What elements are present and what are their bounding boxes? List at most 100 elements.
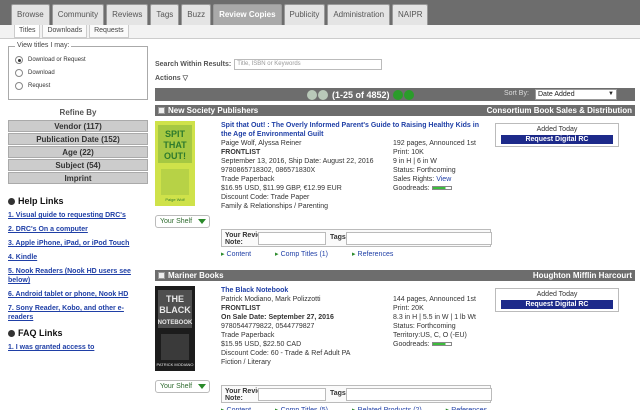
chevron-down-icon: ▼ bbox=[608, 91, 614, 97]
tab-buzz[interactable]: Buzz bbox=[181, 4, 212, 25]
faq-link[interactable]: 1. I was granted access to bbox=[8, 343, 148, 352]
radio-button[interactable] bbox=[15, 68, 23, 77]
book-tab-link[interactable]: ▸ Comp Titles (1) bbox=[275, 250, 340, 258]
help-links-label: Help Links bbox=[18, 196, 64, 206]
sort-select[interactable]: Date Added ▼ bbox=[535, 89, 617, 100]
spec-rights: Territory:US, C, O (-EU) bbox=[393, 331, 493, 340]
select-checkbox[interactable] bbox=[158, 107, 165, 114]
tags-input[interactable] bbox=[346, 232, 492, 245]
spec-status: Status: Forthcoming bbox=[393, 323, 456, 330]
your-shelf-label: Your Shelf bbox=[160, 383, 193, 390]
help-link[interactable]: 6. Android tablet or phone, Nook HD bbox=[8, 290, 148, 299]
first-page-icon[interactable] bbox=[307, 89, 317, 100]
view-option[interactable]: Request bbox=[15, 79, 141, 92]
tab-community[interactable]: Community bbox=[51, 4, 105, 25]
sub-nav: Titles Downloads Requests bbox=[0, 25, 640, 39]
view-option-label: Download or Request bbox=[28, 56, 86, 63]
detail-format: Trade Paperback bbox=[221, 176, 275, 183]
help-link[interactable]: 1. Visual guide to requesting DRC's bbox=[8, 211, 148, 220]
review-input[interactable] bbox=[258, 232, 326, 245]
your-shelf-dropdown[interactable]: Your Shelf bbox=[155, 380, 210, 393]
cover-author: PATRICK MODIANO bbox=[157, 362, 194, 367]
distributor-name[interactable]: Houghton Mifflin Harcourt bbox=[533, 271, 632, 280]
help-link[interactable]: 5. Nook Readers (Nook HD users see below… bbox=[8, 267, 148, 285]
search-label: Search Within Results: bbox=[155, 61, 232, 68]
subtab-titles[interactable]: Titles bbox=[14, 25, 41, 38]
next-page-icon[interactable] bbox=[392, 89, 403, 100]
book-tab-link[interactable]: ▸Content bbox=[221, 250, 263, 258]
book-title-link[interactable]: The Black Notebook bbox=[221, 286, 481, 295]
view-option[interactable]: Download bbox=[15, 66, 141, 79]
tab-tags[interactable]: Tags bbox=[150, 4, 180, 25]
tab-naipr[interactable]: NAIPR bbox=[392, 4, 429, 25]
detail-discount: Discount Code: 60 - Trade & Ref Adult PA bbox=[221, 350, 351, 357]
help-link[interactable]: 4. Kindle bbox=[8, 253, 148, 262]
book-cover[interactable]: THE BLACK NOTEBOOK PATRICK MODIANO bbox=[155, 286, 195, 371]
book-tab-link[interactable]: ▸Comp Titles (5) bbox=[275, 406, 340, 410]
subtab-downloads[interactable]: Downloads bbox=[42, 25, 88, 38]
spec-status: Status: Forthcoming bbox=[393, 167, 456, 174]
publisher-name[interactable]: Mariner Books bbox=[168, 271, 224, 280]
your-shelf-label: Your Shelf bbox=[160, 218, 193, 225]
cover-line2: THAT bbox=[163, 140, 187, 150]
rights-view-link[interactable]: View bbox=[436, 176, 451, 183]
actions-menu[interactable]: Actions ▽ bbox=[155, 74, 635, 85]
detail-price: $15.95 USD, $22.50 CAD bbox=[221, 341, 302, 348]
review-input[interactable] bbox=[258, 388, 326, 401]
request-digital-rc-button[interactable]: Request Digital RC bbox=[501, 300, 613, 309]
help-link[interactable]: 2. DRC's On a computer bbox=[8, 225, 148, 234]
refine-item[interactable]: Vendor (117) bbox=[8, 120, 148, 132]
publisher-left: New Society Publishers bbox=[158, 106, 258, 115]
your-shelf-dropdown[interactable]: Your Shelf bbox=[155, 215, 210, 228]
sort-label: Sort By: bbox=[504, 90, 529, 97]
distributor-name[interactable]: Consortium Book Sales & Distribution bbox=[487, 106, 632, 115]
tab-publicity[interactable]: Publicity bbox=[283, 4, 326, 25]
detail-price: $16.95 USD, $11.99 GBP, €12.99 EUR bbox=[221, 185, 342, 192]
chevron-down-icon bbox=[198, 384, 206, 389]
radio-button[interactable] bbox=[15, 81, 23, 90]
actions-label: Actions bbox=[155, 75, 181, 82]
tab-administration[interactable]: Administration bbox=[327, 4, 391, 25]
top-nav: Browse Community Reviews Tags Buzz Review Cop… bbox=[0, 0, 640, 25]
result-count: (1-25 of 4852) bbox=[332, 89, 390, 100]
publisher-name[interactable]: New Society Publishers bbox=[168, 106, 258, 115]
book-specs: 192 pages, Announced 1st Print: 10K 9 in … bbox=[393, 139, 493, 193]
spec-rights: Sales Rights: View bbox=[393, 175, 493, 184]
book-title-link[interactable]: Spit that Out! : The Overly Informed Par… bbox=[221, 121, 481, 139]
tab-review-copies[interactable]: Review Copies bbox=[213, 4, 282, 25]
request-box: Added Today Request Digital RC bbox=[495, 123, 619, 147]
cover-line3: OUT! bbox=[164, 151, 186, 161]
book-tab-link[interactable]: ▸References bbox=[446, 406, 499, 410]
cover-art: SPITTHATOUT! Paige Wolf bbox=[155, 121, 195, 206]
goodreads-label: Goodreads: bbox=[393, 185, 430, 192]
refine-item[interactable]: Age (22) bbox=[8, 146, 148, 158]
book-tab-link[interactable]: ▸Content bbox=[221, 406, 263, 410]
refine-item[interactable]: Imprint bbox=[8, 172, 148, 184]
goodreads-label: Goodreads: bbox=[393, 341, 430, 348]
book-cover[interactable]: SPIT THAT OUT! Paige Wolf bbox=[155, 121, 195, 206]
left-sidebar: View titles I may: Download or Request Do… bbox=[8, 42, 148, 352]
view-option[interactable]: Download or Request bbox=[15, 53, 141, 66]
last-page-icon[interactable] bbox=[403, 89, 414, 100]
search-input[interactable]: Title, ISBN or Keywords bbox=[234, 59, 383, 70]
subtab-requests[interactable]: Requests bbox=[89, 25, 129, 38]
tags-input[interactable] bbox=[346, 388, 492, 401]
select-checkbox[interactable] bbox=[158, 272, 165, 279]
spec-size: 8.3 in H | 5.5 in W | 1 lb Wt bbox=[393, 314, 476, 321]
help-link[interactable]: 7. Sony Reader, Kobo, and other e-reader… bbox=[8, 304, 148, 322]
book-tab-link[interactable]: ▸Related Products (2) bbox=[352, 406, 434, 410]
tab-reviews[interactable]: Reviews bbox=[106, 4, 149, 25]
prev-page-icon[interactable] bbox=[318, 89, 328, 100]
help-link[interactable]: 3. Apple iPhone, iPad, or iPod Touch bbox=[8, 239, 148, 248]
detail-category: Family & Relationships / Parenting bbox=[221, 203, 328, 210]
refine-item[interactable]: Subject (54) bbox=[8, 159, 148, 171]
book-tab-link[interactable]: ▸References bbox=[352, 250, 405, 258]
triangle-icon: ▸ bbox=[352, 251, 356, 258]
refine-item[interactable]: Publication Date (152) bbox=[8, 133, 148, 145]
faq-links-label: FAQ Links bbox=[18, 328, 63, 338]
request-digital-rc-button[interactable]: Request Digital RC bbox=[501, 135, 613, 144]
tab-browse[interactable]: Browse bbox=[11, 4, 50, 25]
cover-line3: NOTEBOOK bbox=[158, 320, 193, 326]
cover-line1: THE bbox=[166, 294, 184, 304]
radio-button[interactable] bbox=[15, 55, 23, 64]
